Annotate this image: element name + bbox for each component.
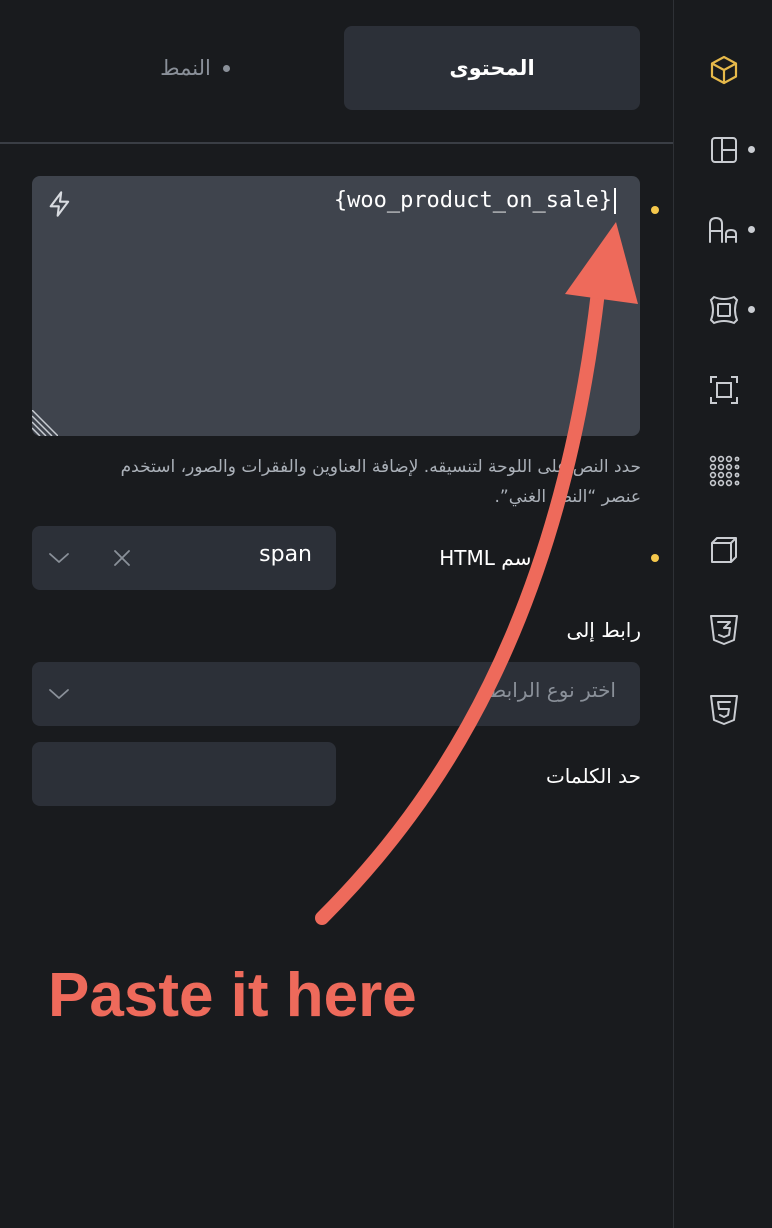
text-hint: حدد النص على اللوحة لتنسيقه. لإضافة العن… xyxy=(120,457,641,507)
chevron-down-icon[interactable] xyxy=(48,547,70,569)
link-type-select[interactable]: اختر نوع الرابط xyxy=(32,662,640,726)
border-icon[interactable] xyxy=(706,292,742,328)
box-3d-icon[interactable] xyxy=(706,532,742,568)
html-tag-label: وسم HTML xyxy=(439,546,541,570)
layout-modified-dot xyxy=(748,146,755,153)
link-type-placeholder: اختر نوع الرابط xyxy=(487,678,616,702)
html-tag-value: span xyxy=(259,542,312,567)
text-content-field[interactable]: {woo_product_on_sale} xyxy=(32,176,640,436)
layout-icon[interactable] xyxy=(706,132,742,168)
clear-icon[interactable] xyxy=(112,548,132,568)
resize-handle-icon[interactable] xyxy=(32,410,58,436)
settings-panel: المحتوى النمط {woo_product_on_sale} حدد … xyxy=(0,0,673,1228)
word-limit-input[interactable] xyxy=(32,742,336,806)
html-tag-select[interactable]: span xyxy=(32,526,336,590)
tab-content[interactable]: المحتوى xyxy=(344,26,640,110)
tab-style[interactable]: النمط xyxy=(120,26,270,110)
tab-style-label: النمط xyxy=(160,56,211,80)
css3-icon[interactable] xyxy=(706,612,742,648)
dots-grid-icon[interactable] xyxy=(706,452,742,488)
text-content-value: {woo_product_on_sale} xyxy=(334,188,616,214)
tab-content-label: المحتوى xyxy=(449,56,535,80)
chevron-down-icon[interactable] xyxy=(48,683,70,705)
frame-icon[interactable] xyxy=(706,372,742,408)
typography-icon[interactable] xyxy=(706,212,742,248)
border-modified-dot xyxy=(748,306,755,313)
html5-icon[interactable] xyxy=(706,692,742,728)
html-tag-modified-indicator xyxy=(651,554,659,562)
link-label: رابط إلى xyxy=(566,618,641,642)
cube-icon[interactable] xyxy=(706,52,742,88)
tab-style-dot xyxy=(222,64,230,72)
text-modified-indicator xyxy=(651,206,659,214)
word-limit-label: حد الكلمات xyxy=(545,764,641,788)
bolt-icon[interactable] xyxy=(46,190,74,218)
tabs-divider xyxy=(0,142,673,144)
typography-modified-dot xyxy=(748,226,755,233)
annotation-label: Paste it here xyxy=(48,961,417,1030)
